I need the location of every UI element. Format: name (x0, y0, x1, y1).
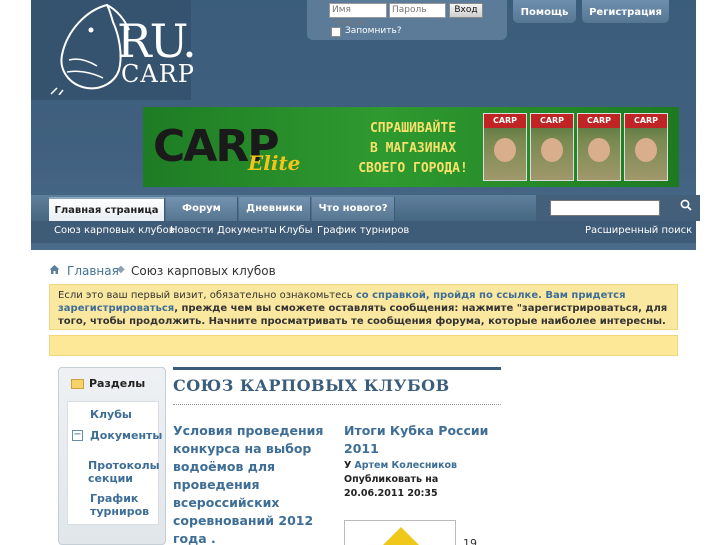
sidebar-item-protocols[interactable]: Протоколы секции (88, 459, 160, 485)
magazine-title: CARP (625, 114, 667, 128)
breadcrumb-home-link[interactable]: Главная (67, 264, 119, 278)
content-area: Главная ◆ Союз карповых клубов Если это … (31, 252, 696, 545)
magazine-cover-3: CARP (577, 113, 621, 181)
notice-text-1: Если это ваш первый визит, обязательно о… (58, 290, 356, 301)
help-button[interactable]: Помощь (513, 0, 576, 23)
sections-sidebar: Разделы Клубы − Документы Протоколы секц… (58, 367, 166, 545)
notice-text-2: Вам придется (541, 290, 626, 301)
magazine-cover-1: CARP (483, 113, 527, 181)
tab-diaries[interactable]: Дневники (239, 197, 311, 221)
subnav-item-union[interactable]: Союз карповых клубов (54, 225, 175, 236)
folder-icon (71, 379, 84, 389)
remember-label: Запомнить? (345, 26, 402, 36)
help-link[interactable]: со справкой, пройдя по ссылке. (356, 290, 542, 301)
page-margin-left (0, 0, 31, 545)
remember-checkbox[interactable] (331, 27, 341, 37)
magazine-title: CARP (578, 114, 620, 128)
collapse-icon[interactable]: − (72, 430, 83, 441)
main-navbar: Главная страница Форум Дневники Что ново… (31, 195, 700, 221)
page-title: СОЮЗ КАРПОВЫХ КЛУБОВ (173, 376, 450, 395)
register-link[interactable]: зарегистрироваться (58, 303, 174, 314)
banner-slogan: СПРАШИВАЙТЕ В МАГАЗИНАХ СВОЕГО ГОРОДА! (348, 119, 478, 179)
article-published: Опубликовать на 20.06.2011 20:35 (344, 474, 439, 499)
password-input[interactable]: Пароль (389, 3, 446, 18)
magazine-photo (635, 138, 657, 162)
magazine-title: CARP (531, 114, 573, 128)
sidebar-item-tournaments[interactable]: График турниров (90, 492, 154, 518)
welcome-notice: Если это ваш первый визит, обязательно о… (49, 284, 678, 330)
warning-sign-icon (371, 527, 431, 545)
breadcrumb-current: Союз карповых клубов (131, 264, 276, 278)
sidebar-list: Клубы − Документы Протоколы секции Графи… (67, 401, 162, 525)
magazine-photo (541, 138, 563, 162)
page-margin-right (696, 0, 727, 545)
carp-elite-banner[interactable]: CARP Elite СПРАШИВАЙТЕ В МАГАЗИНАХ СВОЕГ… (143, 107, 679, 187)
tab-whats-new[interactable]: Что нового? (312, 197, 395, 221)
sidebar-heading: Разделы (89, 377, 146, 390)
article-author[interactable]: Артем Колесников (354, 460, 457, 471)
breadcrumb-separator-icon: ◆ (117, 264, 125, 275)
subnav-item-clubs[interactable]: Клубы (279, 225, 312, 236)
notice-bar (49, 335, 678, 356)
banner-line-3: СВОЕГО ГОРОДА! (358, 161, 468, 176)
search-input[interactable] (550, 200, 660, 216)
magazine-title: CARP (484, 114, 526, 128)
search-icon[interactable] (676, 197, 696, 218)
subnav-item-documents[interactable]: Документы (217, 225, 277, 236)
magazine-photo (588, 138, 610, 162)
login-form: Имя пользо Пароль Вход Запомнить? (307, 0, 507, 40)
subnav-item-tournaments[interactable]: График турниров (317, 225, 409, 236)
username-input[interactable]: Имя пользо (329, 3, 387, 28)
magazine-photo (494, 138, 516, 162)
subnav-item-news[interactable]: Новости (170, 225, 213, 236)
search-area (536, 195, 700, 221)
magazine-cover-2: CARP (530, 113, 574, 181)
tab-forum[interactable]: Форум (166, 197, 238, 221)
tab-home[interactable]: Главная страница (49, 197, 165, 221)
banner-line-1: СПРАШИВАЙТЕ (369, 121, 457, 136)
meta-by: У (344, 460, 352, 471)
logo-carp-text: CARP (121, 60, 195, 88)
banner-brand-suffix: Elite (248, 151, 301, 175)
title-divider (173, 404, 501, 405)
magazine-cover-4: CARP (624, 113, 668, 181)
title-rule (173, 367, 501, 370)
login-button[interactable]: Вход (449, 3, 483, 18)
home-icon[interactable] (49, 264, 60, 275)
page-fragment: 19 (463, 537, 477, 545)
article-title-cup[interactable]: Итоги Кубка России 2011 (344, 422, 494, 458)
advanced-search-link[interactable]: Расширенный поиск (585, 225, 692, 236)
sidebar-item-documents[interactable]: Документы (90, 429, 162, 442)
article-title-contest[interactable]: Условия проведения конкурса на выбор вод… (173, 422, 333, 545)
article-meta: У Артем Колесников Опубликовать на 20.06… (344, 459, 494, 501)
logo[interactable]: RU. CARP (31, 0, 197, 100)
article-thumbnail[interactable] (344, 520, 456, 545)
register-button[interactable]: Регистрация (582, 0, 669, 23)
banner-line-2: В МАГАЗИНАХ (369, 141, 457, 156)
sub-navbar: Союз карповых клубов Новости Документы К… (31, 221, 696, 243)
sidebar-item-clubs[interactable]: Клубы (90, 408, 132, 421)
